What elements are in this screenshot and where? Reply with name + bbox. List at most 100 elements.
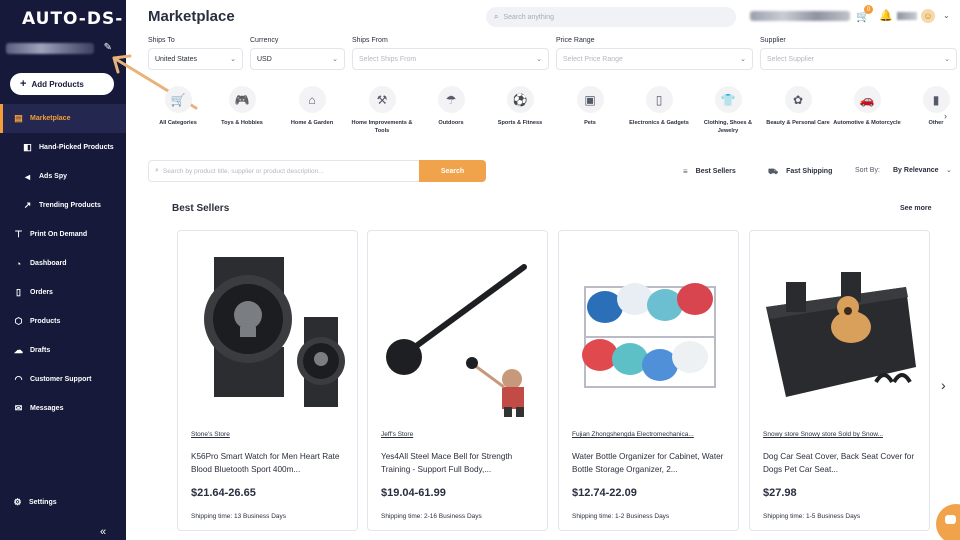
chevron-down-icon[interactable]: ⌄ bbox=[946, 166, 952, 174]
hand-icon: ◧ bbox=[23, 142, 32, 152]
app-logo[interactable]: AUTO-DS- bbox=[22, 9, 123, 29]
product-title[interactable]: Yes4All Steel Mace Bell for Strength Tra… bbox=[381, 450, 536, 478]
product-card[interactable]: Fujian Zhongshengda Electromechanica... … bbox=[558, 230, 739, 531]
gamepad-icon: 🎮 bbox=[228, 86, 256, 113]
category-toys-hobbies[interactable]: 🎮 Toys & Hobbies bbox=[207, 86, 277, 127]
sidebar-item-settings[interactable]: ⚙ Settings bbox=[12, 497, 56, 508]
global-search-input[interactable]: ⌕ Search anything bbox=[486, 7, 736, 27]
best-sellers-toggle[interactable]: ≡ Best Sellers bbox=[683, 162, 736, 181]
cloud-upload-icon: ☁ bbox=[14, 345, 23, 355]
category-outdoors[interactable]: ☂ Outdoors bbox=[416, 86, 486, 127]
product-title[interactable]: K56Pro Smart Watch for Men Heart Rate Bl… bbox=[191, 450, 346, 478]
chevron-down-icon[interactable]: ⌄ bbox=[943, 11, 950, 20]
category-automotive-motorcycle[interactable]: 🚗 Automotive & Motorcycle bbox=[832, 86, 902, 127]
sidebar-item-trending-products[interactable]: ↗ Trending Products bbox=[0, 191, 126, 220]
sidebar-item-ads-spy[interactable]: ◄ Ads Spy bbox=[0, 162, 126, 191]
add-products-button[interactable]: + Add Products bbox=[10, 73, 114, 95]
price-range-select[interactable]: Select Price Range ⌄ bbox=[556, 48, 753, 70]
sidebar-item-drafts[interactable]: ☁ Drafts bbox=[0, 336, 126, 365]
ships-to-select[interactable]: United States ⌄ bbox=[148, 48, 243, 70]
category-label: Automotive & Motorcycle bbox=[833, 120, 901, 126]
fast-shipping-label: Fast Shipping bbox=[786, 168, 833, 175]
ships-from-placeholder: Select Ships From bbox=[359, 55, 417, 63]
sidebar-item-label: Orders bbox=[30, 289, 53, 296]
category-carousel: 🛒 All Categories 🎮 Toys & Hobbies ⌂ Home & Ga… bbox=[148, 86, 950, 148]
filter-ships-from: Ships From Select Ships From ⌄ bbox=[352, 37, 549, 70]
filter-ships-to: Ships To United States ⌄ bbox=[148, 37, 243, 70]
supplier-select[interactable]: Select Supplier ⌄ bbox=[760, 48, 957, 70]
shipping-time: Shipping time: 2-16 Business Days bbox=[381, 513, 482, 520]
truck-icon: ⛟ bbox=[768, 166, 779, 176]
see-more-link[interactable]: See more bbox=[900, 205, 932, 212]
pencil-icon[interactable]: ✎ bbox=[104, 42, 112, 53]
bell-icon[interactable]: 🔔 bbox=[879, 9, 893, 22]
section-title: Best Sellers bbox=[172, 203, 230, 214]
product-title[interactable]: Water Bottle Organizer for Cabinet, Wate… bbox=[572, 450, 727, 478]
avatar[interactable]: ☺ bbox=[921, 9, 935, 23]
smartwatch-image bbox=[204, 257, 345, 407]
sidebar-item-messages[interactable]: ✉ Messages bbox=[0, 394, 126, 423]
category-pets[interactable]: ▣ Pets bbox=[555, 86, 625, 127]
category-beauty-personal-care[interactable]: ✿ Beauty & Personal Care bbox=[763, 86, 833, 127]
sidebar-item-hand-picked-products[interactable]: ◧ Hand-Picked Products bbox=[0, 133, 126, 162]
product-card[interactable]: Jeff's Store Yes4All Steel Mace Bell for… bbox=[367, 230, 548, 531]
sidebar-item-label: Drafts bbox=[30, 347, 51, 354]
category-label: Outdoors bbox=[438, 120, 464, 126]
search-button[interactable]: Search bbox=[419, 160, 486, 182]
sidebar-item-dashboard[interactable]: ◔ Dashboard bbox=[0, 249, 126, 278]
ships-to-label: Ships To bbox=[148, 37, 175, 44]
account-switcher[interactable]: ✎ bbox=[6, 42, 118, 56]
category-all-categories[interactable]: 🛒 All Categories bbox=[143, 86, 213, 127]
sidebar-item-customer-support[interactable]: ◠ Customer Support bbox=[0, 365, 126, 394]
sidebar-item-marketplace[interactable]: ▤ Marketplace bbox=[0, 104, 126, 133]
category-electronics-gadgets[interactable]: ▯ Electronics & Gadgets bbox=[624, 86, 694, 127]
currency-label: Currency bbox=[250, 37, 279, 44]
store-link[interactable]: Fujian Zhongshengda Electromechanica... bbox=[572, 431, 727, 438]
category-home-improvements-tools[interactable]: ⚒ Home Improvements & Tools bbox=[347, 86, 417, 136]
category-label: Toys & Hobbies bbox=[221, 120, 263, 126]
product-price: $12.74-22.09 bbox=[572, 487, 637, 499]
chat-icon[interactable] bbox=[936, 504, 960, 540]
category-clothing-shoes-jewelry[interactable]: 👕 Clothing, Shoes & Jewelry bbox=[693, 86, 763, 136]
category-sports-fitness[interactable]: ⚽ Sports & Fitness bbox=[485, 86, 555, 127]
dog-seat-cover-image bbox=[766, 272, 916, 397]
category-home-garden[interactable]: ⌂ Home & Garden bbox=[277, 86, 347, 127]
mace-bell-image bbox=[386, 264, 527, 417]
store-link[interactable]: Snowy store Snowy store Sold by Snow... bbox=[763, 431, 918, 438]
collapse-sidebar-icon[interactable]: « bbox=[100, 526, 106, 538]
sidebar: AUTO-DS- ✎ + Add Products ▤ Marketplace ◧ H… bbox=[0, 0, 126, 540]
product-price: $19.04-61.99 bbox=[381, 487, 446, 499]
category-label: Pets bbox=[584, 120, 596, 126]
chevron-down-icon: ⌄ bbox=[944, 56, 950, 63]
mail-icon: ✉ bbox=[14, 403, 23, 413]
chevron-right-icon[interactable]: › bbox=[941, 377, 946, 393]
product-title[interactable]: Dog Car Seat Cover, Back Seat Cover for … bbox=[763, 450, 918, 478]
sidebar-item-label: Dashboard bbox=[30, 260, 67, 267]
product-search-input[interactable]: ⌕ Search by product title, supplier or p… bbox=[148, 160, 419, 182]
category-label: Sports & Fitness bbox=[497, 120, 543, 126]
store-link[interactable]: Jeff's Store bbox=[381, 431, 536, 438]
category-label: Home & Garden bbox=[290, 120, 334, 126]
store-selector-blurred[interactable] bbox=[750, 11, 850, 21]
chevron-down-icon: ⌄ bbox=[740, 56, 746, 63]
fast-shipping-toggle[interactable]: ⛟ Fast Shipping bbox=[768, 162, 832, 181]
currency-select[interactable]: USD ⌄ bbox=[250, 48, 345, 70]
sidebar-item-label: Ads Spy bbox=[39, 173, 68, 180]
add-products-label: Add Products bbox=[31, 79, 84, 89]
category-other[interactable]: ▮ Other bbox=[901, 86, 960, 127]
sidebar-item-orders[interactable]: ▯ Orders bbox=[0, 278, 126, 307]
sort-by-select[interactable]: By Relevance bbox=[893, 167, 939, 174]
box-icon: ⬡ bbox=[14, 316, 23, 326]
bottle-organizer-image bbox=[582, 283, 716, 388]
product-search-placeholder: Search by product title, supplier or pro… bbox=[162, 167, 324, 175]
store-link[interactable]: Stone's Store bbox=[191, 431, 346, 438]
product-card[interactable]: Snowy store Snowy store Sold by Snow... … bbox=[749, 230, 930, 531]
product-card[interactable]: Stone's Store K56Pro Smart Watch for Men… bbox=[177, 230, 358, 531]
sidebar-item-products[interactable]: ⬡ Products bbox=[0, 307, 126, 336]
chevron-right-icon[interactable]: › bbox=[944, 111, 947, 121]
sidebar-item-print-on-demand[interactable]: ⊤ Print On Demand bbox=[0, 220, 126, 249]
ships-from-select[interactable]: Select Ships From ⌄ bbox=[352, 48, 549, 70]
category-label: Clothing, Shoes & Jewelry bbox=[703, 120, 753, 135]
pet-food-icon: ▣ bbox=[576, 86, 604, 113]
category-label: Home Improvements & Tools bbox=[351, 120, 413, 135]
